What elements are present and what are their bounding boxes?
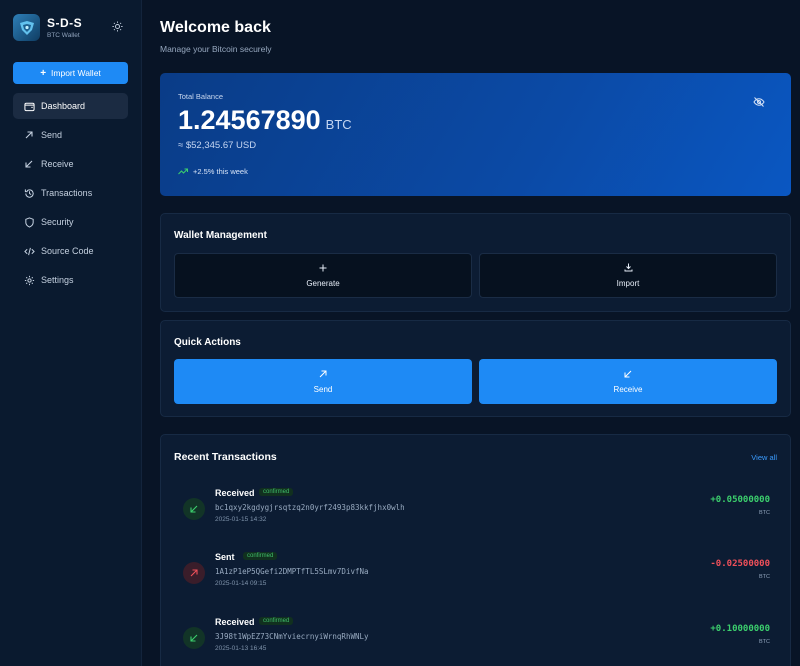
balance-unit: BTC	[325, 117, 352, 132]
sidebar-item-label: Source Code	[41, 246, 94, 256]
arrow-down-left-icon	[23, 158, 35, 170]
sidebar-item-security[interactable]: Security	[13, 209, 128, 235]
sidebar-item-receive[interactable]: Receive	[13, 151, 128, 177]
arrow-down-left-icon	[183, 627, 205, 649]
receive-button[interactable]: Receive	[479, 359, 777, 404]
balance-label: Total Balance	[178, 92, 224, 101]
transaction-amount: +0.10000000	[710, 624, 770, 634]
sidebar-item-label: Security	[41, 217, 74, 227]
sidebar-item-label: Transactions	[41, 188, 93, 198]
sun-icon	[111, 20, 123, 32]
status-badge: confirmed	[259, 617, 294, 625]
send-label: Send	[313, 384, 333, 394]
balance-usd: ≈ $52,345.67 USD	[178, 140, 257, 151]
history-icon	[23, 187, 35, 199]
shield-icon	[23, 216, 35, 228]
balance-change: +2.5% this week	[178, 167, 248, 176]
recent-transactions-panel: Recent Transactions View all Received co…	[160, 434, 791, 666]
transaction-type: Sent	[215, 552, 235, 562]
receive-label: Receive	[613, 384, 643, 394]
transaction-row[interactable]: Received confirmed bc1qxy2kgdygjrsqtzq2n…	[174, 483, 778, 533]
transaction-date: 2025-01-14 09:15	[215, 580, 267, 587]
code-icon	[23, 245, 35, 257]
brand-subtitle: BTC Wallet	[47, 32, 80, 39]
balance-card: Total Balance 1.24567890 BTC ≈ $52,345.6…	[160, 73, 791, 196]
quick-actions-title: Quick Actions	[174, 337, 241, 348]
status-badge: confirmed	[243, 552, 278, 560]
status-badge: confirmed	[259, 488, 294, 496]
page-subtitle: Manage your Bitcoin securely	[160, 44, 272, 54]
quick-actions-panel: Quick Actions Send Receive	[160, 320, 791, 417]
download-icon	[624, 263, 633, 272]
transaction-type: Received	[215, 617, 255, 627]
wallet-icon	[23, 100, 35, 112]
arrow-up-right-icon	[319, 370, 327, 378]
sidebar-item-dashboard[interactable]: Dashboard	[13, 93, 128, 119]
transaction-unit: BTC	[759, 510, 770, 516]
sidebar-item-label: Receive	[41, 159, 74, 169]
import-wallet-button[interactable]: + Import Wallet	[13, 62, 128, 84]
import-wallet-label: Import Wallet	[51, 68, 101, 78]
balance-change-text: +2.5% this week	[193, 167, 248, 176]
transaction-row[interactable]: Received confirmed 3J98t1WpEZ73CNmYviecr…	[174, 612, 778, 662]
arrow-down-left-icon	[183, 498, 205, 520]
sidebar-item-label: Settings	[41, 275, 74, 285]
wallet-management-panel: Wallet Management Generate Import	[160, 213, 791, 312]
transaction-date: 2025-01-15 14:32	[215, 516, 267, 523]
hide-balance-button[interactable]	[753, 96, 765, 108]
view-all-link[interactable]: View all	[751, 453, 777, 462]
wallet-management-title: Wallet Management	[174, 230, 267, 241]
brand-name: S-D-S	[47, 16, 83, 30]
logo-icon	[13, 14, 40, 41]
transaction-unit: BTC	[759, 574, 770, 580]
transaction-address: 3J98t1WpEZ73CNmYviecrnyiWrnqRhWNLy	[215, 632, 369, 641]
sidebar-item-label: Dashboard	[41, 101, 86, 111]
sidebar-item-transactions[interactable]: Transactions	[13, 180, 128, 206]
transaction-type: Received	[215, 488, 255, 498]
plus-icon	[319, 264, 327, 272]
arrow-down-left-icon	[624, 370, 632, 378]
import-button[interactable]: Import	[479, 253, 777, 298]
generate-label: Generate	[306, 278, 340, 288]
import-label: Import	[616, 279, 640, 288]
balance-amount: 1.24567890	[178, 105, 321, 135]
transaction-date: 2025-01-13 16:45	[215, 645, 267, 652]
send-button[interactable]: Send	[174, 359, 472, 404]
generate-button[interactable]: Generate	[174, 253, 472, 298]
transaction-amount: -0.02500000	[710, 559, 770, 569]
eye-off-icon	[753, 97, 765, 107]
sidebar-item-settings[interactable]: Settings	[13, 267, 128, 293]
plus-icon: +	[40, 67, 47, 79]
sidebar: S-D-S BTC Wallet + Import Wallet Dashboa…	[0, 0, 142, 666]
arrow-up-right-icon	[183, 562, 205, 584]
transaction-unit: BTC	[759, 639, 770, 645]
recent-transactions-title: Recent Transactions	[174, 451, 277, 463]
transaction-address: 1A1zP1eP5QGefi2DMPTfTL5SLmv7DivfNa	[215, 567, 369, 576]
page-title: Welcome back	[160, 19, 271, 36]
transaction-amount: +0.05000000	[710, 495, 770, 505]
arrow-up-right-icon	[23, 129, 35, 141]
transaction-row[interactable]: Sent confirmed 1A1zP1eP5QGefi2DMPTfTL5SL…	[174, 547, 778, 597]
brand: S-D-S BTC Wallet	[13, 14, 82, 41]
trending-up-icon	[178, 168, 188, 175]
gear-icon	[23, 274, 35, 286]
sidebar-nav: Dashboard Send Receive Transactions Secu…	[13, 93, 128, 296]
theme-toggle-button[interactable]	[110, 19, 124, 33]
sidebar-item-source-code[interactable]: Source Code	[13, 238, 128, 264]
sidebar-item-send[interactable]: Send	[13, 122, 128, 148]
transaction-address: bc1qxy2kgdygjrsqtzq2n0yrf2493p83kkfjhx0w…	[215, 503, 405, 512]
sidebar-item-label: Send	[41, 130, 63, 140]
